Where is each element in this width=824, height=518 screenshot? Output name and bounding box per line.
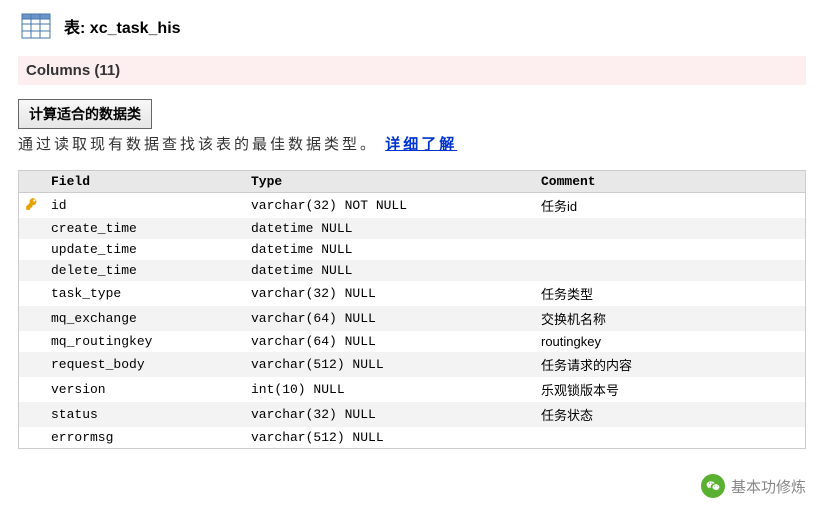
columns-section-header: Columns (11) [18, 56, 806, 85]
table-row[interactable]: errormsgvarchar(512) NULL [19, 427, 805, 448]
header-type: Type [245, 171, 535, 193]
table-row[interactable]: task_typevarchar(32) NULL任务类型 [19, 281, 805, 306]
comment-cell [535, 218, 805, 239]
type-cell: varchar(512) NULL [245, 427, 535, 448]
field-cell: task_type [45, 281, 245, 306]
field-cell: mq_exchange [45, 306, 245, 331]
table-icon [18, 8, 54, 44]
comment-cell [535, 239, 805, 260]
pk-cell [19, 306, 45, 331]
type-cell: varchar(64) NULL [245, 331, 535, 352]
watermark: 基本功修炼 [701, 474, 806, 498]
comment-cell: routingkey [535, 331, 805, 352]
comment-cell: 任务状态 [535, 402, 805, 427]
table-row[interactable]: mq_exchangevarchar(64) NULL交换机名称 [19, 306, 805, 331]
comment-cell: 任务类型 [535, 281, 805, 306]
pk-cell [19, 239, 45, 260]
pk-cell [19, 281, 45, 306]
field-cell: request_body [45, 352, 245, 377]
type-cell: varchar(64) NULL [245, 306, 535, 331]
field-cell: delete_time [45, 260, 245, 281]
pk-cell [19, 352, 45, 377]
pk-cell [19, 331, 45, 352]
table-header-row: Field Type Comment [19, 171, 805, 193]
table-row[interactable]: statusvarchar(32) NULL任务状态 [19, 402, 805, 427]
table-row[interactable]: create_timedatetime NULL [19, 218, 805, 239]
wechat-icon [701, 474, 725, 498]
title-prefix: 表: [64, 20, 85, 37]
header-field: Field [45, 171, 245, 193]
comment-cell: 任务id [535, 193, 805, 219]
pk-cell [19, 260, 45, 281]
learn-more-link[interactable]: 详细了解 [385, 136, 457, 153]
comment-cell [535, 260, 805, 281]
hint-text-row: 通过读取现有数据查找该表的最佳数据类型。 详细了解 [18, 133, 806, 154]
table-row[interactable]: request_bodyvarchar(512) NULL任务请求的内容 [19, 352, 805, 377]
table-row[interactable]: mq_routingkeyvarchar(64) NULLroutingkey [19, 331, 805, 352]
table-row[interactable]: delete_timedatetime NULL [19, 260, 805, 281]
table-name: xc_task_his [90, 20, 181, 37]
table-row[interactable]: versionint(10) NULL乐观锁版本号 [19, 377, 805, 402]
pk-cell [19, 193, 45, 219]
type-cell: varchar(32) NULL [245, 402, 535, 427]
type-cell: datetime NULL [245, 218, 535, 239]
field-cell: id [45, 193, 245, 219]
field-cell: create_time [45, 218, 245, 239]
field-cell: mq_routingkey [45, 331, 245, 352]
columns-table: Field Type Comment idvarchar(32) NOT NUL… [18, 170, 806, 449]
table-row[interactable]: idvarchar(32) NOT NULL任务id [19, 193, 805, 219]
type-cell: datetime NULL [245, 260, 535, 281]
header-pk [19, 171, 45, 193]
type-cell: varchar(32) NULL [245, 281, 535, 306]
field-cell: status [45, 402, 245, 427]
hint-text: 通过读取现有数据查找该表的最佳数据类型。 [18, 136, 378, 153]
type-cell: datetime NULL [245, 239, 535, 260]
type-cell: int(10) NULL [245, 377, 535, 402]
pk-cell [19, 218, 45, 239]
field-cell: version [45, 377, 245, 402]
table-row[interactable]: update_timedatetime NULL [19, 239, 805, 260]
type-cell: varchar(512) NULL [245, 352, 535, 377]
comment-cell: 任务请求的内容 [535, 352, 805, 377]
page-title-row: 表: xc_task_his [18, 8, 806, 44]
pk-cell [19, 402, 45, 427]
primary-key-icon [25, 197, 39, 215]
pk-cell [19, 377, 45, 402]
watermark-text: 基本功修炼 [731, 476, 806, 497]
field-cell: errormsg [45, 427, 245, 448]
header-comment: Comment [535, 171, 805, 193]
page-title: 表: xc_task_his [64, 14, 181, 38]
type-cell: varchar(32) NOT NULL [245, 193, 535, 219]
calc-datatype-button[interactable]: 计算适合的数据类 [18, 99, 152, 129]
comment-cell: 交换机名称 [535, 306, 805, 331]
comment-cell: 乐观锁版本号 [535, 377, 805, 402]
pk-cell [19, 427, 45, 448]
field-cell: update_time [45, 239, 245, 260]
comment-cell [535, 427, 805, 448]
